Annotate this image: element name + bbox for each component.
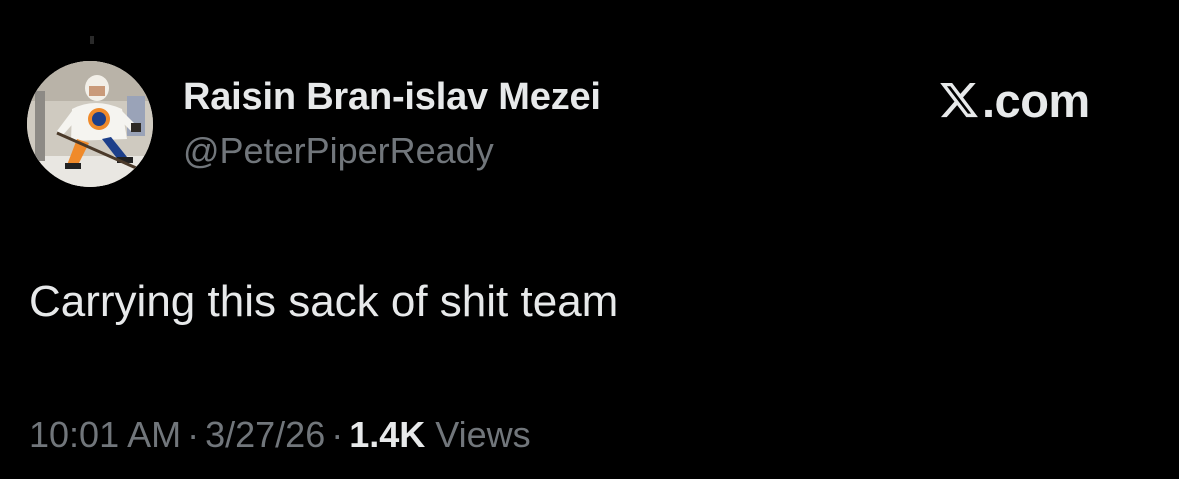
views-label: Views <box>435 414 531 455</box>
brand-domain-label: .com <box>982 73 1090 127</box>
author-handle[interactable]: @PeterPiperReady <box>183 130 494 172</box>
x-brand-link[interactable]: .com <box>938 73 1090 127</box>
tweet-meta: 10:01 AM · 3/27/26 · 1.4K Views <box>29 414 531 456</box>
tweet-card: Raisin Bran-islav Mezei @PeterPiperReady… <box>0 0 1179 479</box>
x-logo-icon <box>940 82 978 118</box>
meta-separator: · <box>187 414 200 455</box>
tweet-text: Carrying this sack of shit team <box>29 277 619 326</box>
avatar[interactable] <box>27 61 153 187</box>
hockey-player-avatar-image <box>27 61 153 187</box>
author-display-name[interactable]: Raisin Bran-islav Mezei <box>183 76 601 119</box>
status-marker <box>90 36 94 44</box>
tweet-time[interactable]: 10:01 AM <box>29 414 181 455</box>
meta-separator: · <box>331 414 344 455</box>
tweet-date[interactable]: 3/27/26 <box>205 414 325 455</box>
views-count: 1.4K <box>349 414 426 455</box>
